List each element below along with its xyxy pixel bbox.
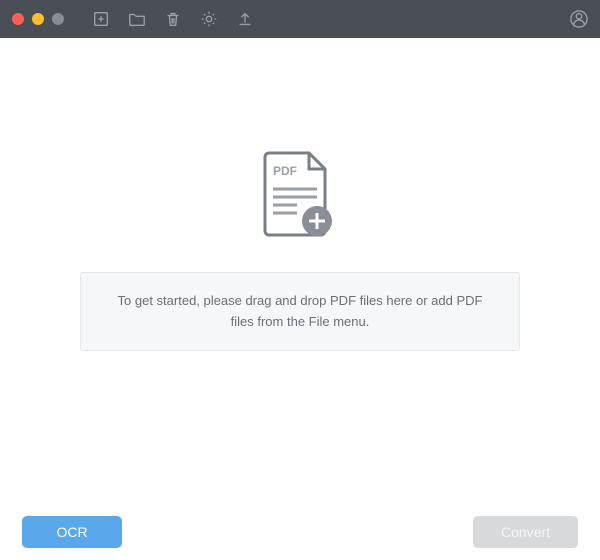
ocr-button[interactable]: OCR xyxy=(22,516,122,548)
main-drop-area[interactable]: PDF To get started, please drag and drop… xyxy=(0,38,600,504)
gear-icon[interactable] xyxy=(200,10,218,28)
titlebar xyxy=(0,0,600,38)
upload-icon[interactable] xyxy=(236,10,254,28)
drop-hint-text: To get started, please drag and drop PDF… xyxy=(118,293,483,329)
toolbar xyxy=(92,10,254,28)
pdf-file-icon: PDF xyxy=(261,151,339,248)
close-window-button[interactable] xyxy=(12,13,24,25)
window-controls xyxy=(12,13,64,25)
footer: OCR Convert xyxy=(0,504,600,560)
user-icon[interactable] xyxy=(570,10,588,28)
titlebar-left xyxy=(12,10,254,28)
drop-hint-box: To get started, please drag and drop PDF… xyxy=(80,272,520,352)
maximize-window-button[interactable] xyxy=(52,13,64,25)
minimize-window-button[interactable] xyxy=(32,13,44,25)
add-file-icon[interactable] xyxy=(92,10,110,28)
convert-button[interactable]: Convert xyxy=(473,516,578,548)
folder-icon[interactable] xyxy=(128,10,146,28)
pdf-label: PDF xyxy=(273,164,297,178)
trash-icon[interactable] xyxy=(164,10,182,28)
